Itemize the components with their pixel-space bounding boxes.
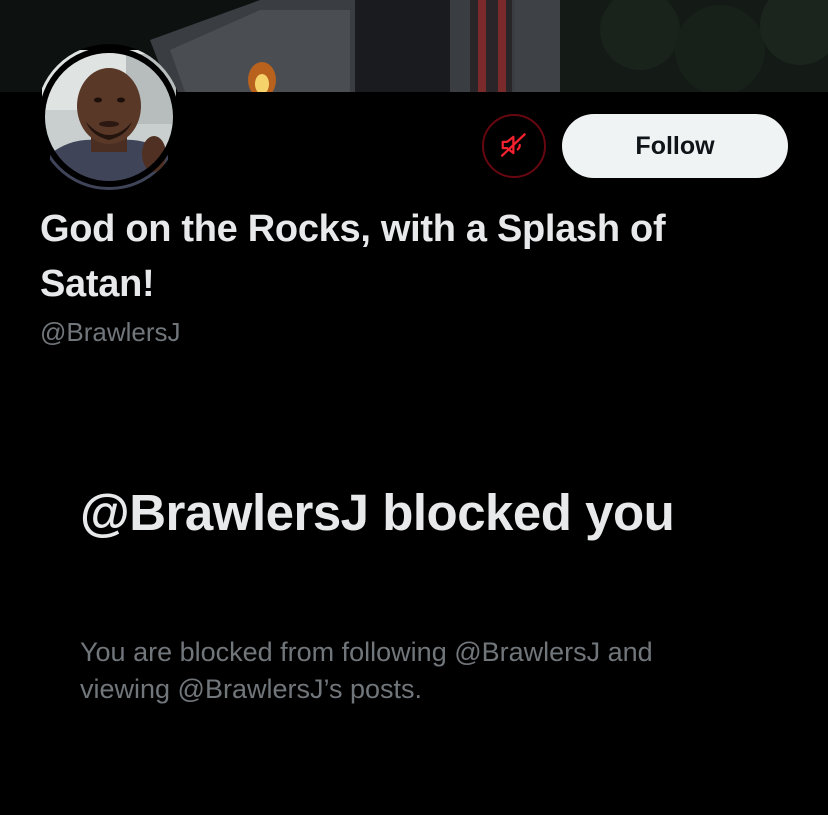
follow-button[interactable]: Follow <box>562 114 788 178</box>
blocked-notice-title: @BrawlersJ blocked you <box>80 484 675 541</box>
unmute-button[interactable] <box>482 114 546 178</box>
profile-avatar[interactable] <box>36 44 182 190</box>
profile-handle: @BrawlersJ <box>40 317 181 347</box>
muted-speaker-icon <box>499 130 529 163</box>
blocked-notice-description: You are blocked from following @Brawlers… <box>80 637 653 704</box>
follow-label: Follow <box>635 131 715 160</box>
avatar-image <box>39 47 179 190</box>
profile-display-name: God on the Rocks, with a Splash of Satan… <box>40 208 666 305</box>
